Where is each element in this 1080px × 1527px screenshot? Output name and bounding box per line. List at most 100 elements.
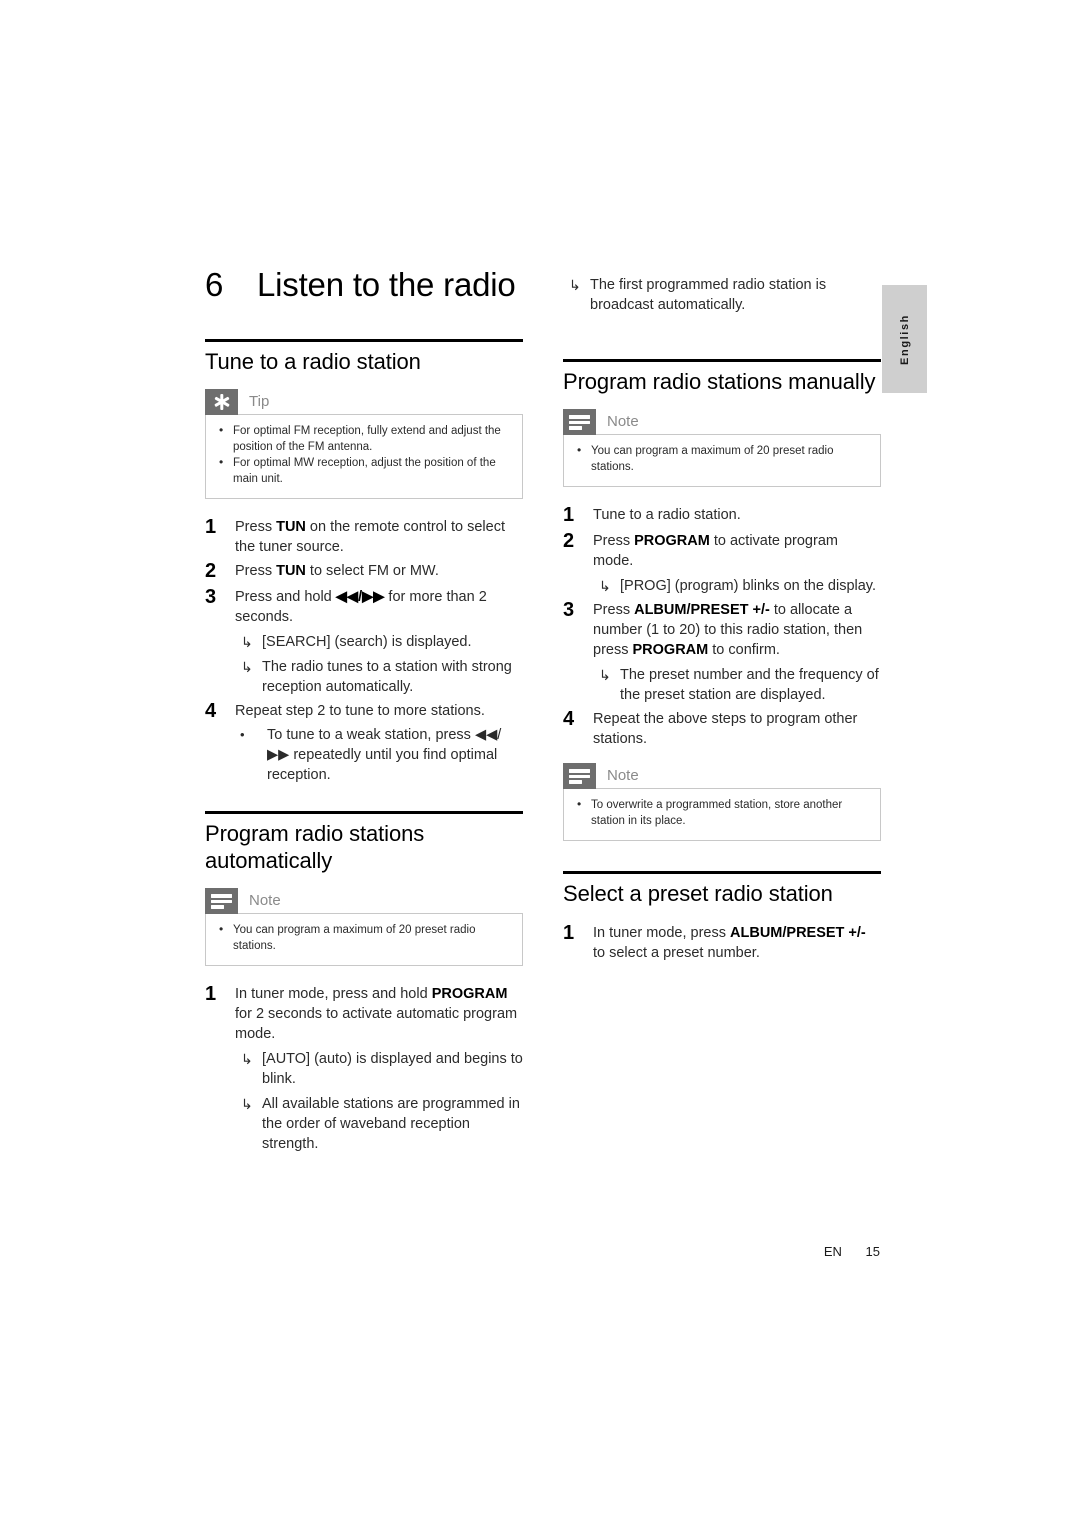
step-list: 1 In tuner mode, press ALBUM/PRESET +/- … xyxy=(563,921,881,963)
step-body: Press TUN on the remote control to selec… xyxy=(235,515,523,557)
callout-header: Note xyxy=(205,888,523,914)
step-text: Repeat step 2 to tune to more stations. xyxy=(235,703,485,719)
step-item: 3 Press and hold ◀◀/▶▶ for more than 2 s… xyxy=(205,585,523,697)
step-text: Press TUN to select FM or MW. xyxy=(235,563,439,579)
list-item: You can program a maximum of 20 preset r… xyxy=(216,922,512,954)
callout-list: You can program a maximum of 20 preset r… xyxy=(574,443,870,475)
result-list: ↳ The preset number and the frequency of… xyxy=(593,665,881,705)
step-list: 1 In tuner mode, press and hold PROGRAM … xyxy=(205,982,523,1154)
note-lines-icon xyxy=(563,409,596,435)
step-list: 1 Press TUN on the remote control to sel… xyxy=(205,515,523,785)
callout-label: Note xyxy=(607,413,639,430)
step-number: 1 xyxy=(205,983,217,1005)
list-item: For optimal FM reception, fully extend a… xyxy=(216,423,512,455)
callout-body: To overwrite a programmed station, store… xyxy=(563,788,881,841)
step-number: 4 xyxy=(205,700,217,722)
step-number: 1 xyxy=(563,922,575,944)
section-title: Program radio stations automatically xyxy=(205,821,425,873)
chapter-number: 6 xyxy=(205,266,224,303)
callout-list: To overwrite a programmed station, store… xyxy=(574,797,870,829)
note-lines-icon xyxy=(563,763,596,789)
result-arrow-icon: ↳ xyxy=(569,277,581,293)
step-item: 1 In tuner mode, press and hold PROGRAM … xyxy=(205,982,523,1154)
result-item: ↳ [AUTO] (auto) is displayed and begins … xyxy=(235,1049,523,1089)
result-arrow-icon: ↳ xyxy=(241,1096,253,1112)
step-number: 3 xyxy=(563,599,575,621)
note-callout-overwrite: Note To overwrite a programmed station, … xyxy=(563,763,881,841)
section-title: Tune to a radio station xyxy=(205,349,421,374)
section-divider xyxy=(205,339,523,342)
step-text: Press and hold ◀◀/▶▶ for more than 2 sec… xyxy=(235,589,487,625)
result-text: All available stations are programmed in… xyxy=(262,1096,520,1152)
result-text: [SEARCH] (search) is displayed. xyxy=(262,634,472,650)
step-number: 1 xyxy=(205,516,217,538)
step-text: Tune to a radio station. xyxy=(593,507,741,523)
callout-body: You can program a maximum of 20 preset r… xyxy=(563,434,881,487)
step-text: In tuner mode, press and hold PROGRAM fo… xyxy=(235,986,518,1042)
callout-body: You can program a maximum of 20 preset r… xyxy=(205,913,523,966)
result-text: The preset number and the frequency of t… xyxy=(620,667,879,703)
result-item: ↳ [PROG] (program) blinks on the display… xyxy=(593,576,881,596)
right-column: ↳ The first programmed radio station is … xyxy=(563,275,881,965)
section-title: Select a preset radio station xyxy=(563,881,833,906)
section-divider xyxy=(563,871,881,874)
callout-body: For optimal FM reception, fully extend a… xyxy=(205,414,523,499)
result-text: [PROG] (program) blinks on the display. xyxy=(620,578,876,594)
result-item: ↳ All available stations are programmed … xyxy=(235,1094,523,1154)
step-body: Press ALBUM/PRESET +/- to allocate a num… xyxy=(593,598,881,705)
result-text: [AUTO] (auto) is displayed and begins to… xyxy=(262,1051,523,1087)
chapter-heading: 6 Listen to the radio xyxy=(205,265,523,305)
step-body: In tuner mode, press and hold PROGRAM fo… xyxy=(235,982,523,1154)
callout-label: Note xyxy=(249,892,281,909)
sub-bullet-text: To tune to a weak station, press ◀◀/▶▶ r… xyxy=(267,727,502,783)
step-list: 1 Tune to a radio station. 2 Press PROGR… xyxy=(563,503,881,749)
chapter-title: Listen to the radio xyxy=(257,266,516,303)
section-divider xyxy=(563,359,881,362)
language-side-tab-label: English xyxy=(898,313,911,365)
callout-label: Tip xyxy=(249,393,270,410)
step-item: 2 Press PROGRAM to activate program mode… xyxy=(563,529,881,596)
section-divider xyxy=(205,811,523,814)
step-number: 3 xyxy=(205,586,217,608)
result-arrow-icon: ↳ xyxy=(599,667,611,683)
callout-list: For optimal FM reception, fully extend a… xyxy=(216,423,512,487)
result-item: ↳ The preset number and the frequency of… xyxy=(593,665,881,705)
callout-header: Tip xyxy=(205,389,523,415)
sub-bullet-list: • To tune to a weak station, press ◀◀/▶▶… xyxy=(235,725,523,785)
tip-asterisk-icon xyxy=(205,389,238,415)
result-arrow-icon: ↳ xyxy=(599,578,611,594)
note-lines-icon xyxy=(205,888,238,914)
language-side-tab: English xyxy=(882,285,927,393)
section-program-automatically: Program radio stations automatically Not… xyxy=(205,811,523,1154)
sub-bullet-item: • To tune to a weak station, press ◀◀/▶▶… xyxy=(235,725,523,785)
footer-page-number: 15 xyxy=(865,1244,880,1259)
tip-callout: Tip For optimal FM reception, fully exte… xyxy=(205,389,523,499)
step-body: Press and hold ◀◀/▶▶ for more than 2 sec… xyxy=(235,585,523,697)
step-text: Repeat the above steps to program other … xyxy=(593,711,858,747)
step-number: 4 xyxy=(563,708,575,730)
callout-list: You can program a maximum of 20 preset r… xyxy=(216,922,512,954)
section-title: Program radio stations manually xyxy=(563,369,876,394)
result-item: ↳ The radio tunes to a station with stro… xyxy=(235,657,523,697)
step-item: 4 Repeat step 2 to tune to more stations… xyxy=(205,699,523,785)
result-list: ↳ [AUTO] (auto) is displayed and begins … xyxy=(235,1049,523,1154)
step-text: In tuner mode, press ALBUM/PRESET +/- to… xyxy=(593,925,866,961)
result-item: ↳ The first programmed radio station is … xyxy=(563,275,881,315)
step-number: 2 xyxy=(205,560,217,582)
result-text: The radio tunes to a station with strong… xyxy=(262,659,512,695)
step-number: 1 xyxy=(563,504,575,526)
callout-label: Note xyxy=(607,767,639,784)
step-item: 2 Press TUN to select FM or MW. xyxy=(205,559,523,583)
step-item: 1 Tune to a radio station. xyxy=(563,503,881,527)
step-item: 3 Press ALBUM/PRESET +/- to allocate a n… xyxy=(563,598,881,705)
result-item: ↳ [SEARCH] (search) is displayed. xyxy=(235,632,523,652)
step-text: Press ALBUM/PRESET +/- to allocate a num… xyxy=(593,602,863,658)
step-body: Tune to a radio station. xyxy=(593,503,881,525)
note-callout: Note You can program a maximum of 20 pre… xyxy=(205,888,523,966)
step-text: Press TUN on the remote control to selec… xyxy=(235,519,505,555)
result-list: ↳ [PROG] (program) blinks on the display… xyxy=(593,576,881,596)
callout-header: Note xyxy=(563,409,881,435)
step-body: Press TUN to select FM or MW. xyxy=(235,559,523,581)
section-tune-to-radio-station: Tune to a radio station Tip For optimal … xyxy=(205,339,523,785)
step-text: Press PROGRAM to activate program mode. xyxy=(593,533,838,569)
